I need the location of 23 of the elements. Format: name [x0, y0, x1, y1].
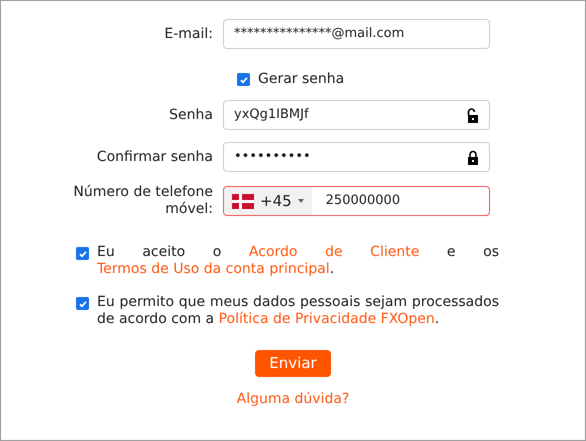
field-label: E-mail:	[164, 24, 213, 44]
field-label: Confirmar senha	[96, 148, 213, 166]
field-value: ••••••••••	[234, 148, 311, 166]
flag-icon	[232, 194, 254, 208]
phone-field[interactable]: +45 250000000	[223, 186, 490, 216]
consent-text: Eu permito que meus dados pessoais sejam processados de acordo com a Política de Privacidade FXOpen.	[97, 294, 499, 328]
checkbox[interactable]	[76, 247, 89, 260]
field-label: Senha	[169, 106, 213, 124]
field-value: yxQg1IBMJf	[234, 106, 309, 124]
country-selector[interactable]: +45	[224, 187, 312, 215]
checkbox[interactable]	[237, 73, 250, 86]
field-label: Número de telefone móvel:	[72, 184, 213, 218]
password-field[interactable]: yxQg1IBMJf	[223, 100, 490, 130]
consent-text: Eu aceito o Acordo de Cliente e os Termos de Uso da conta principal.	[97, 244, 499, 278]
checkbox-label: Gerar senha	[258, 70, 344, 89]
unlocked-lock-icon[interactable]	[467, 108, 479, 122]
country-code: +45	[260, 190, 292, 212]
checkbox[interactable]	[76, 297, 89, 310]
email-field[interactable]: ***************@mail.com	[223, 19, 490, 49]
password-field[interactable]: ••••••••••	[223, 142, 490, 172]
caret-icon	[298, 199, 304, 203]
phone-value: 250000000	[326, 192, 400, 210]
lock-icon[interactable]	[467, 150, 479, 164]
